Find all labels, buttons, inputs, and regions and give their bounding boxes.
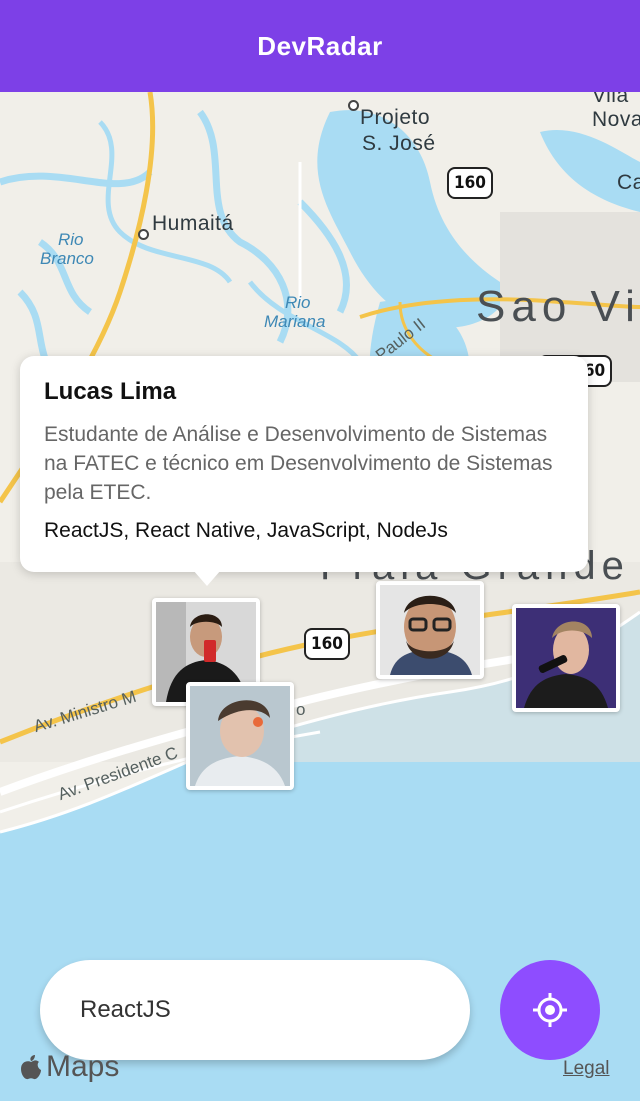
dev-marker[interactable] (376, 581, 484, 679)
dev-techs: ReactJS, React Native, JavaScript, NodeJ… (44, 519, 448, 542)
app-header: DevRadar (0, 0, 640, 92)
map-label-rio-branco: Branco (40, 249, 94, 268)
map-label-humaita: Humaitá (152, 212, 234, 235)
route-shield-160: 160 (304, 628, 350, 660)
dev-name: Lucas Lima (44, 378, 177, 405)
map-label-rio-branco: Rio (58, 230, 84, 249)
dev-marker[interactable] (512, 604, 620, 712)
place-dot (138, 229, 149, 240)
maps-attribution: Maps (20, 1050, 119, 1084)
map-view[interactable]: Projeto S. José Vila Nova Ca Humaitá Rio… (0, 92, 640, 1101)
map-label-ca: Ca (617, 171, 640, 194)
app-title: DevRadar (257, 30, 383, 61)
avatar (516, 608, 616, 708)
map-label-vila: Vila (592, 92, 629, 107)
map-label-sao-jose: S. José (362, 132, 436, 155)
callout-arrow (193, 570, 221, 586)
avatar (380, 585, 480, 675)
map-label-projeto: Projeto (360, 106, 431, 129)
my-location-icon (533, 993, 567, 1027)
dev-marker[interactable] (186, 682, 294, 790)
map-label-nova: Nova (592, 108, 640, 131)
dev-bio: Estudante de Análise e Desenvolvimento d… (44, 423, 553, 504)
map-label-rio-mariana: Rio (285, 293, 311, 312)
map-label-rio-mariana: Mariana (264, 312, 326, 331)
dev-callout[interactable]: Lucas Lima Estudante de Análise e Desenv… (20, 356, 588, 572)
search-techs-input[interactable] (40, 960, 470, 1060)
apple-icon (21, 1055, 41, 1080)
maps-label: Maps (46, 1050, 120, 1083)
legal-link[interactable]: Legal (563, 1058, 610, 1080)
route-shield-160: 160 (447, 167, 493, 199)
avatar (190, 686, 290, 786)
map-label-sao-vicente: Sao Vi (476, 282, 640, 331)
map-background (0, 92, 640, 1101)
locate-button[interactable] (500, 960, 600, 1060)
place-dot (348, 100, 359, 111)
map-label-av-o: o (296, 700, 306, 719)
